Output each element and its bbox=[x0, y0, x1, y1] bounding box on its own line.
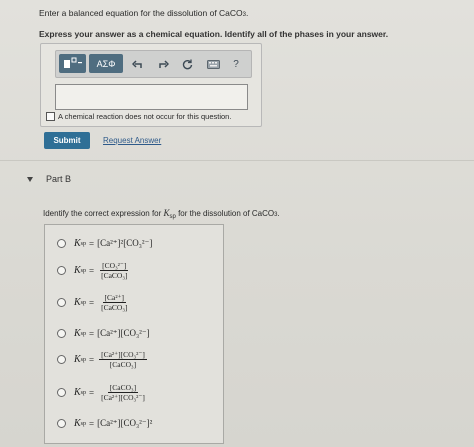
fraction-denominator: [Ca²⁺][CO₃²⁻] bbox=[101, 393, 145, 402]
ksp-option-5[interactable]: Ksp = [Ca²⁺][CO₃²⁻] [CaCO₃] bbox=[57, 350, 147, 369]
ksp-options-list: Ksp = [Ca²⁺]²[CO₃²⁻] Ksp = [CO₃²⁻] [CaCO₃… bbox=[44, 224, 224, 444]
radio-button[interactable] bbox=[57, 266, 66, 275]
equals-sign: = bbox=[89, 418, 95, 429]
ksp-fraction: [Ca²⁺] [CaCO₃] bbox=[99, 293, 129, 312]
refresh-icon[interactable] bbox=[180, 56, 194, 72]
fraction-numerator: [Ca²⁺] bbox=[102, 293, 127, 303]
fraction-numerator: [CaCO₃] bbox=[107, 383, 139, 393]
equals-sign: = bbox=[89, 297, 95, 308]
undo-icon[interactable] bbox=[130, 56, 144, 72]
radio-button[interactable] bbox=[57, 298, 66, 307]
redo-icon[interactable] bbox=[156, 56, 170, 72]
k-symbol: K bbox=[74, 328, 81, 339]
ksp-option-6[interactable]: Ksp = [CaCO₃] [Ca²⁺][CO₃²⁻] bbox=[57, 383, 147, 402]
ksp-fraction: [CO₃²⁻] [CaCO₃] bbox=[99, 261, 129, 280]
fraction-numerator: [CO₃²⁻] bbox=[100, 261, 129, 271]
k-symbol: K bbox=[74, 297, 81, 308]
request-answer-link[interactable]: Request Answer bbox=[103, 136, 161, 145]
ksp-option-4[interactable]: Ksp = [Ca²⁺][CO₃²⁻] bbox=[57, 328, 150, 339]
radio-button[interactable] bbox=[57, 355, 66, 364]
ksp-option-2[interactable]: Ksp = [CO₃²⁻] [CaCO₃] bbox=[57, 261, 129, 280]
k-symbol: K bbox=[74, 418, 81, 429]
help-button[interactable]: ? bbox=[230, 56, 242, 72]
equation-toolbar: ΑΣΦ ? bbox=[55, 50, 252, 78]
part-b-prompt-end: . bbox=[277, 209, 280, 218]
part-b-title[interactable]: Part B bbox=[46, 174, 71, 184]
part-b-prompt-text-2: for the dissolution of CaCO bbox=[175, 209, 275, 218]
part-b-prompt-text: Identify the correct expression for bbox=[43, 209, 164, 218]
no-reaction-checkbox-row[interactable]: A chemical reaction does not occur for t… bbox=[46, 112, 231, 121]
submit-button[interactable]: Submit bbox=[44, 132, 90, 149]
part-a-instruction: Express your answer as a chemical equati… bbox=[39, 29, 389, 39]
k-subscript: sp bbox=[80, 267, 87, 274]
k-symbol: K bbox=[74, 354, 81, 365]
no-reaction-checkbox[interactable] bbox=[46, 112, 55, 121]
fraction-denominator: [CaCO₃] bbox=[101, 271, 128, 280]
ksp-expression: [Ca²⁺]²[CO₃²⁻] bbox=[97, 238, 153, 248]
equation-input[interactable] bbox=[55, 84, 248, 110]
k-symbol: K bbox=[74, 265, 81, 276]
k-subscript: sp bbox=[80, 389, 87, 396]
template-icon[interactable] bbox=[59, 54, 86, 73]
part-b-prompt: Identify the correct expression for Ksp … bbox=[43, 208, 280, 220]
page: Enter a balanced equation for the dissol… bbox=[0, 0, 474, 447]
radio-button[interactable] bbox=[57, 388, 66, 397]
k-subscript: sp bbox=[80, 240, 87, 247]
chevron-down-icon[interactable] bbox=[27, 177, 33, 182]
section-divider bbox=[0, 160, 474, 161]
part-a-prompt-end: . bbox=[246, 8, 249, 18]
fraction-numerator: [Ca²⁺][CO₃²⁻] bbox=[99, 350, 147, 360]
equals-sign: = bbox=[89, 387, 95, 398]
ksp-option-7[interactable]: Ksp = [Ca²⁺][CO₃²⁻]² bbox=[57, 418, 152, 429]
greek-symbols-button[interactable]: ΑΣΦ bbox=[89, 54, 123, 73]
ksp-expression: [Ca²⁺][CO₃²⁻]² bbox=[97, 418, 153, 428]
ksp-option-3[interactable]: Ksp = [Ca²⁺] [CaCO₃] bbox=[57, 293, 129, 312]
k-subscript: sp bbox=[80, 330, 87, 337]
radio-button[interactable] bbox=[57, 419, 66, 428]
ksp-option-1[interactable]: Ksp = [Ca²⁺]²[CO₃²⁻] bbox=[57, 238, 152, 249]
k-subscript: sp bbox=[80, 420, 87, 427]
radio-button[interactable] bbox=[57, 329, 66, 338]
equals-sign: = bbox=[89, 265, 95, 276]
radio-button[interactable] bbox=[57, 239, 66, 248]
k-symbol: K bbox=[74, 238, 81, 249]
ksp-fraction: [Ca²⁺][CO₃²⁻] [CaCO₃] bbox=[99, 350, 147, 369]
equals-sign: = bbox=[89, 328, 95, 339]
k-subscript: sp bbox=[80, 299, 87, 306]
fraction-denominator: [CaCO₃] bbox=[109, 360, 137, 369]
k-subscript: sp bbox=[80, 356, 87, 363]
ksp-expression: [Ca²⁺][CO₃²⁻] bbox=[97, 328, 150, 338]
equals-sign: = bbox=[89, 238, 95, 249]
k-symbol: K bbox=[74, 387, 81, 398]
part-a-prompt: Enter a balanced equation for the dissol… bbox=[39, 8, 248, 18]
part-a-prompt-text: Enter a balanced equation for the dissol… bbox=[39, 8, 243, 18]
fraction-denominator: [CaCO₃] bbox=[101, 303, 128, 312]
no-reaction-label: A chemical reaction does not occur for t… bbox=[58, 112, 232, 121]
keyboard-icon[interactable] bbox=[205, 56, 221, 72]
equals-sign: = bbox=[89, 354, 95, 365]
ksp-fraction: [CaCO₃] [Ca²⁺][CO₃²⁻] bbox=[99, 383, 147, 402]
